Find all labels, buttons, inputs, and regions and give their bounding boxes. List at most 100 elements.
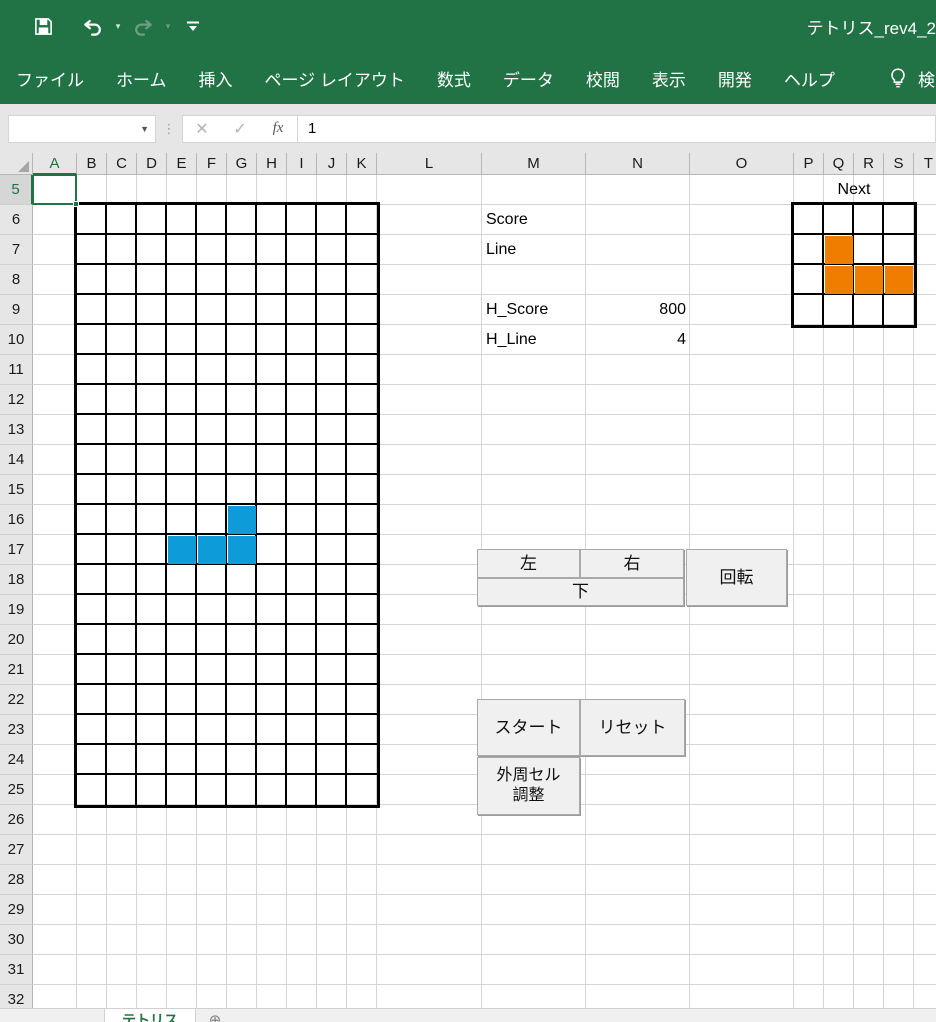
enter-icon[interactable]: ✓	[221, 119, 259, 139]
board-cell	[347, 565, 377, 595]
row-header-19[interactable]: 19	[0, 595, 33, 625]
column-header-T[interactable]: T	[914, 153, 936, 175]
tab-insert[interactable]: 挿入	[183, 52, 249, 104]
formula-input[interactable]: 1	[297, 114, 936, 143]
column-header-O[interactable]: O	[690, 153, 794, 175]
save-icon[interactable]	[26, 10, 60, 42]
tell-me-cut-text: 検	[918, 70, 935, 90]
column-header-Q[interactable]: Q	[824, 153, 854, 175]
next-cell	[794, 295, 824, 325]
row-header-13[interactable]: 13	[0, 415, 33, 445]
adjust-outer-cells-button[interactable]: 外周セル 調整	[477, 757, 580, 815]
row-header-16[interactable]: 16	[0, 505, 33, 535]
row-header-22[interactable]: 22	[0, 685, 33, 715]
row-header-6[interactable]: 6	[0, 205, 33, 235]
board-cell	[317, 235, 347, 265]
row-header-5[interactable]: 5	[0, 175, 33, 205]
row-header-15[interactable]: 15	[0, 475, 33, 505]
row-header-26[interactable]: 26	[0, 805, 33, 835]
undo-icon[interactable]	[76, 10, 110, 42]
row-header-17[interactable]: 17	[0, 535, 33, 565]
board-cell	[257, 355, 287, 385]
start-button[interactable]: スタート	[477, 699, 580, 756]
row-header-29[interactable]: 29	[0, 895, 33, 925]
row-header-30[interactable]: 30	[0, 925, 33, 955]
row-header-14[interactable]: 14	[0, 445, 33, 475]
column-header-E[interactable]: E	[167, 153, 197, 175]
tab-home[interactable]: ホーム	[100, 52, 183, 104]
column-header-S[interactable]: S	[884, 153, 914, 175]
column-header-R[interactable]: R	[854, 153, 884, 175]
chevron-down-icon[interactable]: ▼	[140, 124, 149, 134]
column-header-L[interactable]: L	[377, 153, 482, 175]
column-header-G[interactable]: G	[227, 153, 257, 175]
cancel-icon[interactable]: ✕	[183, 119, 221, 139]
tab-review[interactable]: 校閲	[570, 52, 636, 104]
column-header-C[interactable]: C	[107, 153, 137, 175]
move-left-button[interactable]: 左	[477, 549, 580, 578]
row-header-7[interactable]: 7	[0, 235, 33, 265]
tab-data[interactable]: データ	[487, 52, 570, 104]
board-cell	[257, 685, 287, 715]
row-header-10[interactable]: 10	[0, 325, 33, 355]
select-all-corner[interactable]	[0, 153, 33, 175]
move-right-button[interactable]: 右	[580, 549, 684, 578]
column-header-P[interactable]: P	[794, 153, 824, 175]
column-header-B[interactable]: B	[77, 153, 107, 175]
insert-function-icon[interactable]: fx	[259, 120, 297, 137]
tab-formulas[interactable]: 数式	[421, 52, 487, 104]
column-header-K[interactable]: K	[347, 153, 377, 175]
rotate-button[interactable]: 回転	[686, 549, 787, 606]
board-cell	[107, 655, 137, 685]
board-cell	[257, 385, 287, 415]
tab-file[interactable]: ファイル	[0, 52, 100, 104]
board-cell	[197, 625, 227, 655]
add-sheet-icon[interactable]: ⊕	[200, 1009, 230, 1022]
undo-dropdown-icon[interactable]: ▾	[110, 10, 126, 42]
move-down-button[interactable]: 下	[477, 578, 684, 606]
row-header-24[interactable]: 24	[0, 745, 33, 775]
row-header-28[interactable]: 28	[0, 865, 33, 895]
row-header-31[interactable]: 31	[0, 955, 33, 985]
row-header-12[interactable]: 12	[0, 385, 33, 415]
sheet-navigation-arrows[interactable]	[0, 1009, 104, 1022]
board-cell	[347, 775, 377, 805]
column-header-J[interactable]: J	[317, 153, 347, 175]
board-cell	[287, 565, 317, 595]
name-box[interactable]: ▼	[8, 114, 156, 143]
customize-qat-icon[interactable]	[176, 10, 210, 42]
tab-help[interactable]: ヘルプ	[768, 52, 851, 104]
board-cell	[287, 745, 317, 775]
row-header-20[interactable]: 20	[0, 625, 33, 655]
row-header-21[interactable]: 21	[0, 655, 33, 685]
board-cell	[137, 625, 167, 655]
column-header-D[interactable]: D	[137, 153, 167, 175]
reset-button[interactable]: リセット	[580, 699, 685, 756]
row-header-25[interactable]: 25	[0, 775, 33, 805]
column-header-M[interactable]: M	[482, 153, 586, 175]
column-header-I[interactable]: I	[287, 153, 317, 175]
column-header-H[interactable]: H	[257, 153, 287, 175]
tab-page-layout[interactable]: ページ レイアウト	[249, 52, 421, 104]
tab-developer[interactable]: 開発	[702, 52, 768, 104]
column-header-A[interactable]: A	[33, 153, 77, 175]
row-header-27[interactable]: 27	[0, 835, 33, 865]
row-header-8[interactable]: 8	[0, 265, 33, 295]
sheet-tab-tetris[interactable]: テトリス	[104, 1009, 196, 1022]
board-cell	[347, 475, 377, 505]
lightbulb-icon[interactable]	[878, 52, 918, 104]
board-cell	[77, 625, 107, 655]
cell-M7-line-label: Line	[486, 241, 517, 258]
row-header-23[interactable]: 23	[0, 715, 33, 745]
row-header-9[interactable]: 9	[0, 295, 33, 325]
board-cell	[167, 385, 197, 415]
tab-view[interactable]: 表示	[636, 52, 702, 104]
column-header-F[interactable]: F	[197, 153, 227, 175]
column-header-N[interactable]: N	[586, 153, 690, 175]
row-header-18[interactable]: 18	[0, 565, 33, 595]
row-header-11[interactable]: 11	[0, 355, 33, 385]
fill-handle[interactable]	[73, 201, 79, 207]
active-cell-outline[interactable]	[33, 175, 77, 205]
cells-area[interactable]: Next Score Line H_Score 800 H_Line 4 左 右下 回転 スタート…	[33, 175, 936, 1008]
board-cell	[347, 625, 377, 655]
